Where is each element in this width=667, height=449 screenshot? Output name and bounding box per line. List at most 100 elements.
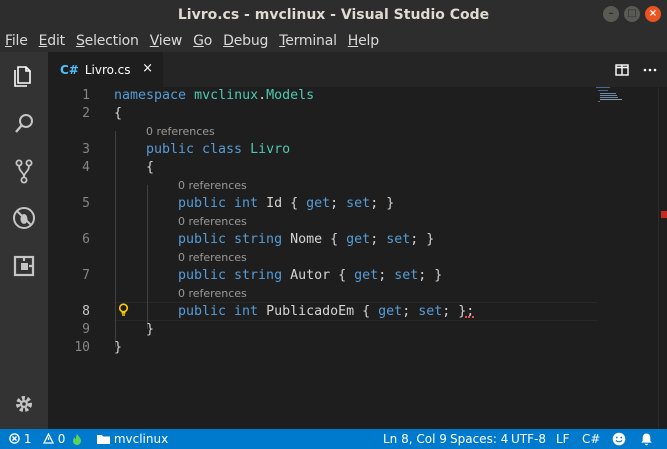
- line-number: 6: [82, 232, 90, 247]
- token: Livro: [250, 142, 291, 157]
- debug-icon[interactable]: [0, 198, 48, 238]
- error-marker: [661, 211, 667, 218]
- code-editor[interactable]: 1 2 3 4 5 6 7 8 9 10 namespace mvclinux.…: [48, 87, 667, 429]
- extensions-icon[interactable]: [0, 246, 48, 286]
- title-bar: Livro.cs - mvclinux - Visual Studio Code…: [0, 0, 667, 29]
- code-line-10: }: [114, 340, 123, 355]
- token: public string: [178, 232, 283, 247]
- encoding[interactable]: UTF-8: [511, 429, 546, 449]
- codelens-references[interactable]: 0 references: [178, 285, 247, 303]
- token: set: [418, 304, 443, 319]
- token: set: [394, 268, 419, 283]
- split-editor-icon[interactable]: [615, 62, 629, 81]
- token: set: [346, 196, 371, 211]
- workspace-folder[interactable]: mvclinux: [97, 429, 168, 449]
- menu-file[interactable]: File: [5, 33, 28, 49]
- menu-terminal[interactable]: Terminal: [279, 33, 337, 49]
- line-number: 2: [82, 106, 90, 121]
- settings-gear-icon[interactable]: [0, 384, 48, 424]
- menu-help[interactable]: Help: [348, 33, 379, 49]
- token: ; }: [370, 196, 395, 211]
- more-actions-icon[interactable]: [643, 62, 657, 81]
- menu-edit[interactable]: Edit: [39, 33, 66, 49]
- token: {: [362, 304, 379, 319]
- search-icon[interactable]: [0, 104, 48, 144]
- indentation[interactable]: Spaces: 4: [450, 429, 508, 449]
- codelens-references[interactable]: 0 references: [178, 213, 247, 231]
- codelens-references[interactable]: 0 references: [178, 249, 247, 267]
- warning-count: 0: [57, 432, 66, 446]
- scrollbar-track[interactable]: [658, 87, 659, 429]
- status-bar: 1 0 mvclinux Ln 8, Col 9 Spaces: 4 UTF-8…: [0, 429, 667, 449]
- token: get: [378, 304, 403, 319]
- codelens-references[interactable]: 0 references: [178, 177, 247, 195]
- token: Nome: [290, 232, 323, 247]
- folder-name: mvclinux: [113, 432, 169, 446]
- menu-selection[interactable]: Selection: [76, 33, 139, 49]
- line-number: 5: [82, 196, 90, 211]
- token: mvclinux: [194, 88, 259, 103]
- code-line-6: public string Nome { get; set; }: [178, 231, 434, 249]
- feedback-smiley-icon[interactable]: [612, 432, 626, 446]
- token: ;: [370, 232, 387, 247]
- line-number: 9: [82, 322, 90, 337]
- lightbulb-icon[interactable]: [118, 302, 129, 321]
- notifications-bell-icon[interactable]: [640, 432, 653, 446]
- token: Id: [266, 196, 283, 211]
- code-line-2: {: [114, 106, 123, 121]
- token: ; }: [410, 232, 435, 247]
- token: Autor: [290, 268, 331, 283]
- line-number: 1: [82, 88, 90, 103]
- menu-view[interactable]: View: [150, 33, 183, 49]
- token: {: [330, 232, 347, 247]
- token: public int: [178, 304, 259, 319]
- menu-debug[interactable]: Debug: [223, 33, 268, 49]
- minimap[interactable]: [596, 87, 658, 127]
- maximize-button[interactable]: □: [624, 6, 640, 22]
- code-line-1: namespace mvclinux.Models: [114, 87, 314, 105]
- language-mode[interactable]: C#: [582, 429, 600, 449]
- code-line-3: public class Livro: [146, 141, 290, 159]
- token: namespace: [114, 88, 187, 103]
- token: ;: [402, 304, 419, 319]
- line-number: 8: [82, 304, 90, 319]
- token: {: [338, 268, 355, 283]
- code-line-4: {: [146, 160, 155, 175]
- code-line-7: public string Autor { get; set; }: [178, 267, 442, 285]
- folder-icon: [97, 432, 114, 446]
- token: Models: [266, 88, 315, 103]
- token: public int: [178, 196, 259, 211]
- close-window-button[interactable]: ×: [645, 6, 661, 22]
- window-title: Livro.cs - mvclinux - Visual Studio Code: [177, 6, 490, 23]
- indent-guide: [115, 131, 116, 347]
- flame-icon[interactable]: [72, 429, 82, 449]
- tab-bar: C# Livro.cs ×: [48, 52, 667, 87]
- error-count: 1: [23, 432, 32, 446]
- tab-livro-cs[interactable]: C# Livro.cs ×: [48, 52, 163, 87]
- error-squiggle: [465, 315, 474, 318]
- problems-indicator[interactable]: 1 0: [9, 429, 65, 449]
- codelens-references[interactable]: 0 references: [146, 123, 215, 141]
- menu-bar: File Edit Selection View Go Debug Termin…: [0, 29, 667, 52]
- token: public class: [146, 142, 243, 157]
- token: set: [386, 232, 411, 247]
- warning-icon: [39, 432, 58, 446]
- minimize-button[interactable]: –: [603, 6, 619, 22]
- close-tab-icon[interactable]: ×: [142, 61, 153, 76]
- line-ending[interactable]: LF: [556, 429, 570, 449]
- line-number: 4: [82, 160, 90, 175]
- menu-go[interactable]: Go: [193, 33, 212, 49]
- csharp-file-icon: C#: [60, 62, 79, 77]
- error-icon: [9, 432, 24, 446]
- token: PublicadoEm: [266, 304, 355, 319]
- token: get: [306, 196, 331, 211]
- source-control-icon[interactable]: [0, 152, 48, 192]
- token: {: [290, 196, 307, 211]
- line-number: 7: [82, 268, 90, 283]
- cursor-position[interactable]: Ln 8, Col 9: [383, 429, 447, 449]
- code-line-5: public int Id { get; set; }: [178, 195, 394, 213]
- files-icon[interactable]: [0, 56, 48, 96]
- token: ;: [378, 268, 395, 283]
- token: ;: [330, 196, 347, 211]
- token: get: [354, 268, 379, 283]
